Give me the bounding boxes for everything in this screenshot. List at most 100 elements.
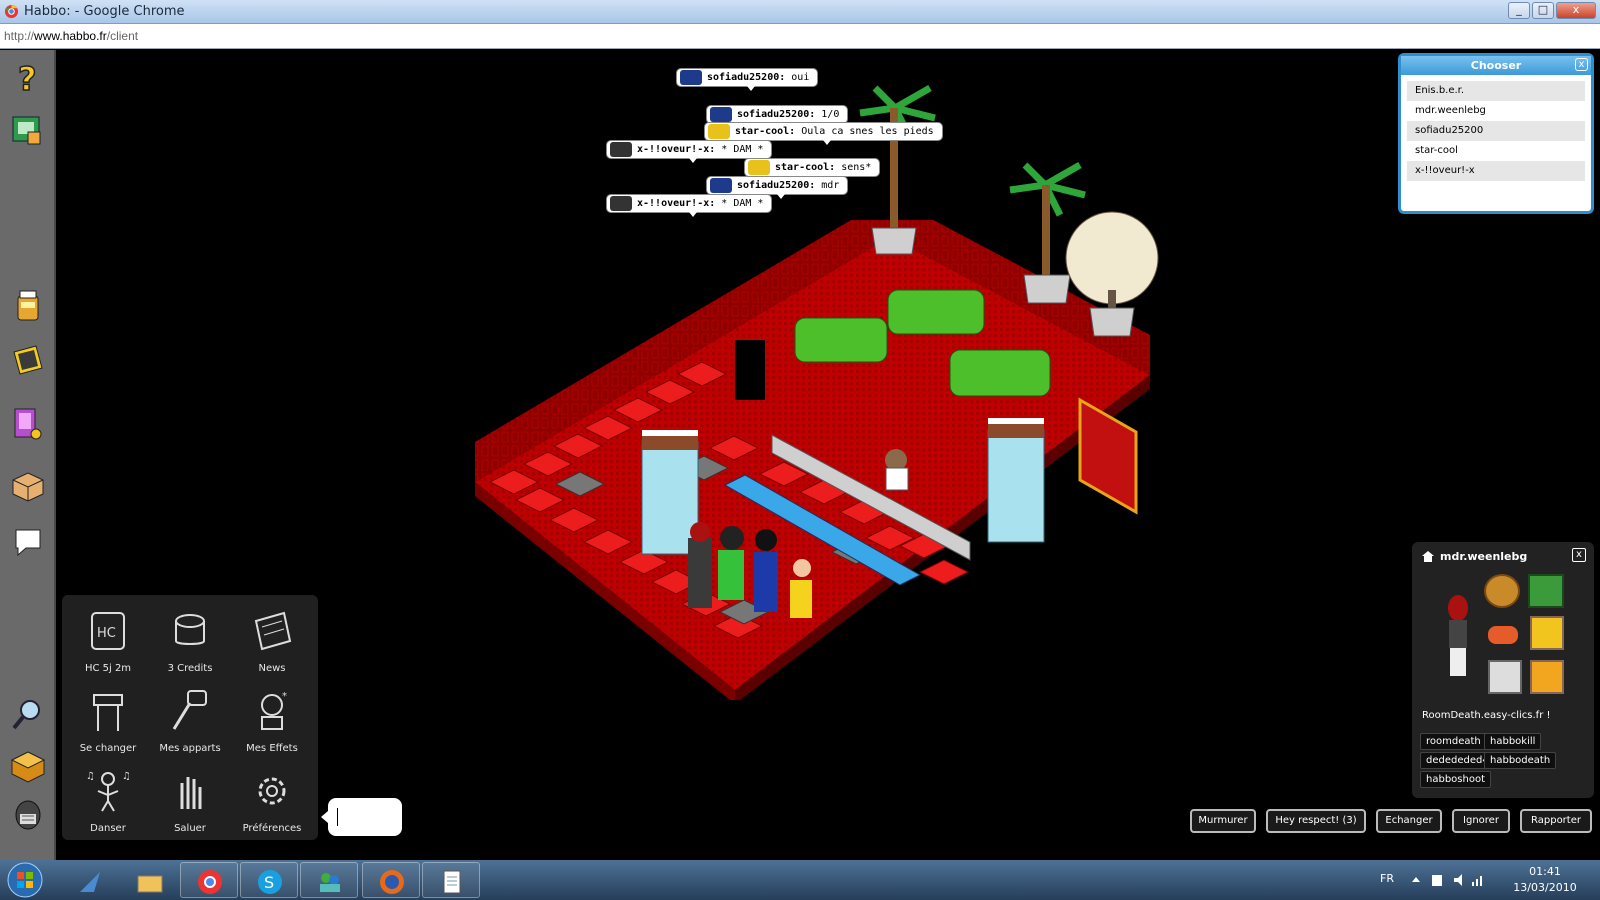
menu-item-label: Préférences <box>242 823 302 834</box>
chooser-item[interactable]: mdr.weenlebg <box>1407 101 1585 121</box>
menu-item-preferences[interactable]: Préférences <box>230 761 314 839</box>
chat-username: star-cool: <box>735 126 796 137</box>
chat-bubble[interactable]: x-!!oveur!-x: * DAM * <box>606 194 773 217</box>
preferences-gear-icon <box>258 777 286 805</box>
chooser-close-button[interactable]: x <box>1575 58 1588 71</box>
profile-tag[interactable]: roomdeath <box>1420 733 1487 750</box>
maximize-button[interactable]: □ <box>1532 2 1554 19</box>
start-button-icon[interactable] <box>6 861 44 899</box>
badge-icon[interactable] <box>1530 660 1564 694</box>
badge-icon[interactable] <box>1484 574 1520 608</box>
help-icon[interactable]: ? <box>10 60 46 96</box>
wardrobe-icon <box>93 694 123 731</box>
badge-icon[interactable] <box>1528 574 1564 608</box>
chat-username: x-!!oveur!-x: <box>637 198 716 209</box>
news-icon <box>254 611 292 651</box>
respect-button[interactable]: Hey respect! (3) <box>1266 809 1366 833</box>
user-info-panel: mdr.weenlebg x RoomDeath.easy-clics.fr !… <box>1412 542 1594 798</box>
chat-message: 1/0 <box>821 109 840 120</box>
report-button[interactable]: Rapporter <box>1520 809 1592 833</box>
address-bar[interactable]: http://www.habbo.fr/client <box>0 24 1600 49</box>
chooser-item[interactable]: x-!!oveur!-x <box>1407 161 1585 181</box>
tray-icons[interactable] <box>1410 872 1490 888</box>
taskbar-app[interactable] <box>362 862 420 898</box>
door[interactable] <box>735 340 765 400</box>
chat-username: star-cool: <box>775 162 836 173</box>
chat-username: x-!!oveur!-x: <box>637 144 716 155</box>
menu-item-label: Se changer <box>79 743 137 754</box>
taskbar-app[interactable] <box>120 862 178 898</box>
chrome-logo-icon <box>4 4 19 19</box>
chat-username: sofiadu25200: <box>707 72 786 83</box>
teddy-bear[interactable] <box>885 449 909 491</box>
close-window-button[interactable]: x <box>1556 2 1596 19</box>
taskbar-app[interactable] <box>60 862 118 898</box>
chooser-item[interactable]: Enis.b.e.r. <box>1407 81 1585 101</box>
launcher-icon <box>80 872 100 892</box>
taskbar-app[interactable]: S <box>240 862 298 898</box>
menu-item-news[interactable]: News <box>230 601 314 679</box>
language-indicator[interactable]: FR <box>1380 872 1394 885</box>
messenger-icon <box>320 873 340 892</box>
chat-input[interactable] <box>321 798 402 836</box>
chat-bubble[interactable]: sofiadu25200: oui <box>676 68 819 91</box>
chat-avatar-icon <box>748 160 770 175</box>
menu-item-label: Danser <box>90 823 126 834</box>
skype-icon: S <box>258 870 282 894</box>
menu-item-credits[interactable]: 3 Credits <box>148 601 232 679</box>
minimize-button[interactable]: _ <box>1508 2 1530 19</box>
chooser-title[interactable]: Chooser <box>1401 56 1591 75</box>
menu-item-wardrobe[interactable]: Se changer <box>66 681 150 759</box>
avatar-head-icon[interactable] <box>10 798 46 834</box>
window-title: Habbo: - Google Chrome <box>24 4 185 19</box>
whisper-button[interactable]: Murmurer <box>1190 809 1256 833</box>
chat-bubble[interactable]: sofiadu25200: mdr <box>706 176 849 199</box>
chat-bubble-icon[interactable] <box>10 524 46 560</box>
profile-tag[interactable]: habboshoot <box>1420 771 1491 788</box>
navigator-icon[interactable] <box>10 342 46 378</box>
chooser-item[interactable]: sofiadu25200 <box>1407 121 1585 141</box>
catalogue-icon[interactable] <box>10 288 46 324</box>
menu-item-rooms[interactable]: Mes apparts <box>148 681 232 759</box>
chat-bubble[interactable]: x-!!oveur!-x: * DAM * <box>606 140 773 163</box>
profile-tag[interactable]: habbodeath <box>1484 752 1557 769</box>
chat-message: * DAM * <box>721 198 764 209</box>
trade-button[interactable]: Echanger <box>1376 809 1442 833</box>
left-toolbar: ? <box>0 50 56 860</box>
clock[interactable]: 01:41 13/03/2010 <box>1510 864 1580 896</box>
profile-close-button[interactable]: x <box>1572 548 1586 562</box>
chooser-list: Enis.b.e.r. mdr.weenlebg sofiadu25200 st… <box>1401 75 1591 187</box>
blossom-tree[interactable] <box>1062 210 1162 340</box>
habbo-shop-icon[interactable] <box>10 406 46 442</box>
menu-item-label: 3 Credits <box>167 663 213 674</box>
url-prefix: http:// <box>4 29 35 43</box>
taskbar-app[interactable] <box>180 862 238 898</box>
home-icon[interactable] <box>1422 551 1434 562</box>
menu-item-label: Saluer <box>174 823 206 834</box>
credits-box-icon[interactable] <box>10 748 46 784</box>
menu-item-wave[interactable]: Saluer <box>148 761 232 839</box>
chat-avatar-icon <box>680 70 702 85</box>
ignore-button[interactable]: Ignorer <box>1452 809 1510 833</box>
chat-bubble[interactable]: star-cool: Oula ca snes les pieds <box>704 122 943 145</box>
profile-tag[interactable]: habbokill <box>1484 733 1542 750</box>
profile-name: mdr.weenlebg <box>1440 550 1528 563</box>
url-text[interactable]: http://www.habbo.fr/client <box>4 29 138 43</box>
chooser-item[interactable]: star-cool <box>1407 141 1585 161</box>
badge-icon[interactable] <box>1530 616 1564 650</box>
menu-item-dance[interactable]: ♫ ♫ Danser <box>66 761 150 839</box>
inventory-icon[interactable] <box>10 468 46 504</box>
taskbar-app[interactable] <box>422 862 480 898</box>
search-icon[interactable] <box>10 696 46 732</box>
browser-title-bar: Habbo: - Google Chrome _ □ x <box>0 0 1600 24</box>
chat-message: oui <box>791 72 810 83</box>
badge-icon[interactable] <box>1488 626 1518 644</box>
badge-icon[interactable] <box>1488 660 1522 694</box>
taskbar-app[interactable] <box>300 862 358 898</box>
hotel-view-icon[interactable] <box>10 112 46 148</box>
menu-item-label: Mes apparts <box>159 743 221 754</box>
menu-item-effects[interactable]: * Mes Effets <box>230 681 314 759</box>
menu-item-hc[interactable]: HC HC 5j 2m <box>66 601 150 679</box>
chat-bubble[interactable]: star-cool: sens* <box>744 158 881 181</box>
chat-avatar-icon <box>610 196 632 211</box>
